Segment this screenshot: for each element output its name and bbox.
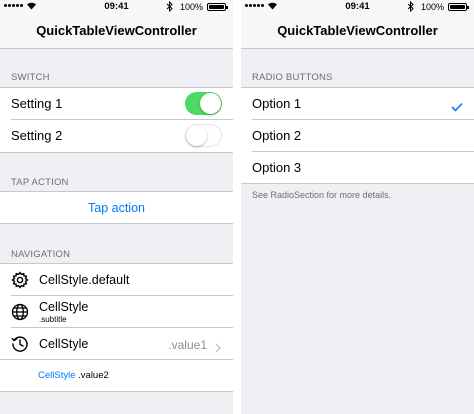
status-bar: 09:41 100% bbox=[0, 0, 233, 14]
value2-detail: .value2 bbox=[78, 370, 109, 381]
radio-option-label: Option 2 bbox=[252, 128, 302, 143]
radio-option-label: Option 3 bbox=[252, 160, 302, 175]
nav-row-title: CellStyle.default bbox=[39, 273, 130, 287]
status-bar: 09:41 100% bbox=[241, 0, 474, 14]
gear-icon bbox=[11, 271, 29, 289]
nav-row-title: CellStyle bbox=[39, 337, 89, 351]
value2-row[interactable]: CellStyle .value2 bbox=[0, 360, 233, 392]
page-title: QuickTableViewController bbox=[277, 23, 438, 38]
radio-option-1[interactable]: Option 1 bbox=[241, 88, 474, 120]
switch-label: Setting 2 bbox=[11, 128, 63, 143]
nav-row-detail: .value1 bbox=[168, 338, 207, 352]
battery-icon bbox=[207, 3, 228, 11]
radio-option-label: Option 1 bbox=[252, 96, 302, 111]
navigation-group: CellStyle.default CellStyle .subtitle Ce… bbox=[0, 263, 233, 360]
screen-divider bbox=[233, 0, 241, 414]
right-screen: 09:41 100% QuickTableViewController RADI… bbox=[241, 0, 474, 414]
bluetooth-icon bbox=[407, 0, 414, 14]
switch-row-setting-2: Setting 2 bbox=[0, 120, 233, 152]
nav-row-value1[interactable]: CellStyle .value1 bbox=[0, 328, 233, 360]
toggle-knob bbox=[186, 125, 207, 146]
section-header-navigation: NAVIGATION bbox=[11, 249, 71, 260]
nav-row-default[interactable]: CellStyle.default bbox=[0, 264, 233, 296]
radio-option-3[interactable]: Option 3 bbox=[241, 152, 474, 184]
nav-row-title: CellStyle bbox=[39, 300, 89, 314]
nav-row-subtitle-text: .subtitle bbox=[39, 315, 67, 324]
radio-group: Option 1 Option 2 Option 3 bbox=[241, 87, 474, 184]
checkmark-icon bbox=[451, 99, 463, 112]
switch-group: Setting 1 Setting 2 bbox=[0, 87, 233, 153]
switch-row-setting-1: Setting 1 bbox=[0, 88, 233, 120]
switch-label: Setting 1 bbox=[11, 96, 63, 111]
nav-row-subtitle[interactable]: CellStyle .subtitle bbox=[0, 296, 233, 328]
globe-icon bbox=[11, 303, 29, 321]
radio-section-footer: See RadioSection for more details. bbox=[252, 190, 392, 200]
battery-percent: 100% bbox=[180, 2, 204, 12]
page-title: QuickTableViewController bbox=[36, 23, 197, 38]
toggle-knob bbox=[200, 93, 221, 114]
setting-1-toggle[interactable] bbox=[185, 92, 222, 115]
navigation-bar: QuickTableViewController bbox=[241, 14, 474, 49]
section-header-switch: SWITCH bbox=[11, 72, 50, 83]
radio-option-2[interactable]: Option 2 bbox=[241, 120, 474, 152]
battery-icon bbox=[448, 3, 469, 11]
chevron-right-icon bbox=[214, 340, 222, 353]
battery-percent: 100% bbox=[421, 2, 445, 12]
section-header-tap-action: TAP ACTION bbox=[11, 177, 69, 188]
tap-action-button[interactable]: Tap action bbox=[0, 201, 233, 215]
value2-title: CellStyle bbox=[38, 370, 76, 381]
left-screen: 09:41 100% QuickTableViewController SWIT… bbox=[0, 0, 233, 414]
navigation-bar: QuickTableViewController bbox=[0, 14, 233, 49]
section-header-radio: RADIO BUTTONS bbox=[252, 72, 333, 83]
history-icon bbox=[11, 335, 29, 353]
setting-2-toggle[interactable] bbox=[185, 124, 222, 147]
tap-action-group: Tap action bbox=[0, 191, 233, 224]
value2-cell: CellStyle .value2 bbox=[38, 370, 109, 381]
bluetooth-icon bbox=[166, 0, 173, 14]
